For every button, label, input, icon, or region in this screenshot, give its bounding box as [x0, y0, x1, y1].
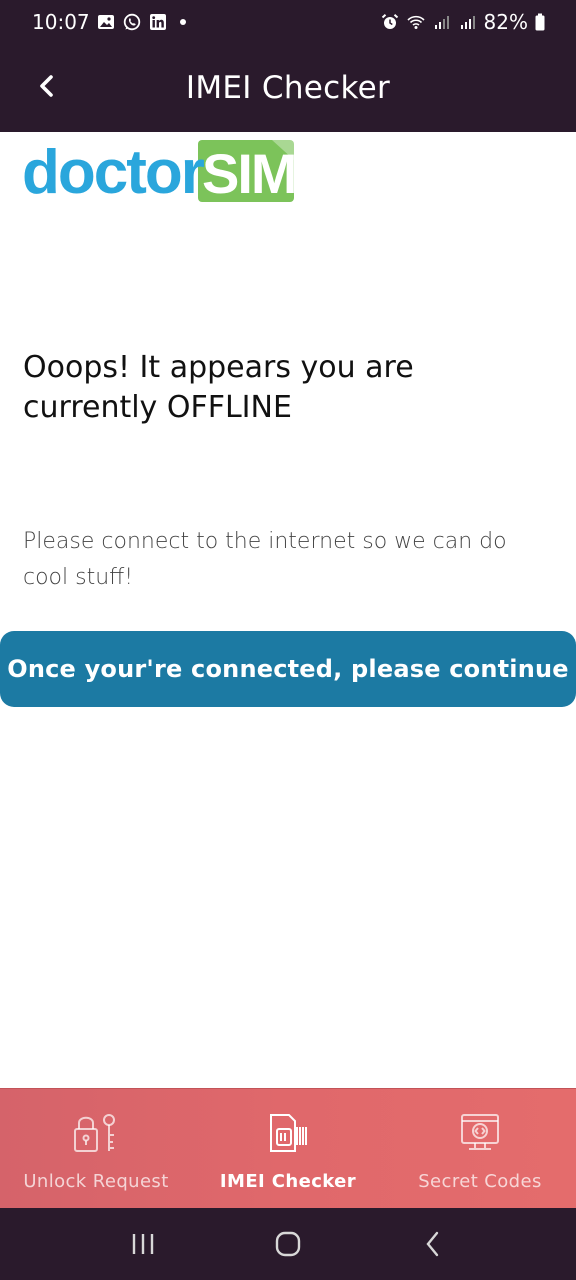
recent-apps-button[interactable] — [118, 1219, 168, 1269]
home-icon — [275, 1231, 301, 1257]
continue-button[interactable]: Once your're connected, please continue — [0, 631, 576, 707]
page-title: IMEI Checker — [185, 70, 391, 106]
status-left: 10:07 — [32, 10, 186, 34]
alarm-icon — [380, 12, 400, 32]
back-button[interactable] — [26, 66, 66, 106]
recent-apps-icon — [132, 1234, 153, 1254]
system-back-button[interactable] — [408, 1219, 458, 1269]
signal-icon — [458, 12, 478, 32]
logo-text-sim: SIM — [202, 142, 294, 204]
chevron-left-icon — [40, 75, 53, 97]
nav-item-secret-codes[interactable]: Secret Codes — [384, 1089, 576, 1208]
code-monitor-icon — [455, 1111, 505, 1155]
battery-icon — [534, 12, 546, 32]
bottom-nav: Unlock Request IMEI Checker Secret Codes — [0, 1088, 576, 1208]
whatsapp-icon — [122, 12, 142, 32]
doctorsim-logo: doctor SIM — [22, 138, 298, 207]
offline-headline: Ooops! It appears you are currently OFFL… — [23, 350, 414, 425]
back-arrow-icon — [426, 1231, 439, 1257]
logo-text-doctor: doctor — [22, 138, 205, 204]
nav-item-imei-checker[interactable]: IMEI Checker — [192, 1089, 384, 1208]
sim-barcode-icon — [263, 1111, 313, 1155]
wifi-icon — [406, 12, 426, 32]
status-right: 82% — [380, 10, 546, 34]
notification-dot-icon — [179, 19, 186, 25]
linkedin-icon — [148, 12, 168, 32]
status-time: 10:07 — [32, 10, 90, 34]
status-bar: 10:07 82% — [0, 0, 576, 44]
nav-label-imei-checker: IMEI Checker — [219, 1171, 357, 1192]
system-nav-bar — [0, 1208, 576, 1280]
app-bar: IMEI Checker — [0, 44, 576, 132]
home-button[interactable] — [263, 1219, 313, 1269]
lock-key-icon — [71, 1111, 121, 1155]
nav-label-unlock-request: Unlock Request — [23, 1171, 169, 1192]
offline-subtext: Please connect to the internet so we can… — [23, 529, 507, 590]
signal-icon — [432, 12, 452, 32]
nav-item-unlock-request[interactable]: Unlock Request — [0, 1089, 192, 1208]
battery-percent: 82% — [483, 10, 528, 34]
image-icon — [96, 12, 116, 32]
nav-label-secret-codes: Secret Codes — [418, 1171, 542, 1192]
